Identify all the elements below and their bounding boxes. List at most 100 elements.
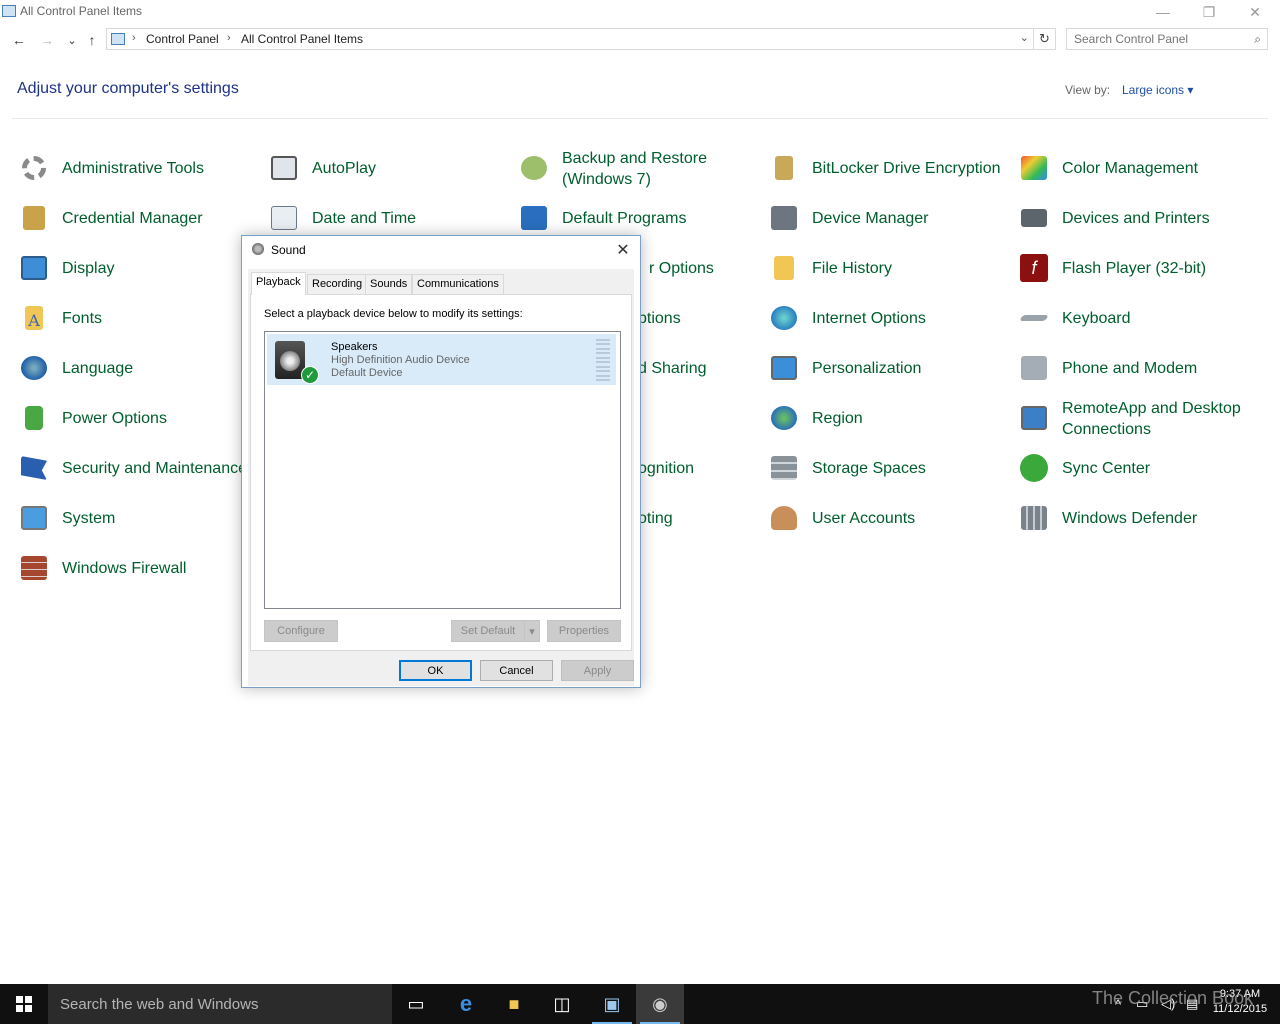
cp-item-label[interactable]: ptions xyxy=(638,308,681,329)
taskbar-search[interactable]: Search the web and Windows xyxy=(48,984,392,1024)
cp-item-power-options[interactable]: Power Options xyxy=(18,398,258,442)
cp-item-devices-printers[interactable]: Devices and Printers xyxy=(1018,198,1258,242)
cp-item-label[interactable]: Keyboard xyxy=(1062,308,1131,329)
cp-item-label[interactable]: BitLocker Drive Encryption xyxy=(812,158,1001,179)
cp-item-internet-options[interactable]: Internet Options xyxy=(768,298,1008,342)
breadcrumb-control-panel[interactable]: Control Panel xyxy=(146,32,219,46)
cp-item-windows-firewall[interactable]: Windows Firewall xyxy=(18,548,258,592)
sound-taskbar-icon[interactable]: ◉ xyxy=(636,984,684,1024)
cp-item-label[interactable]: Storage Spaces xyxy=(812,458,926,479)
cp-item-phone-modem[interactable]: Phone and Modem xyxy=(1018,348,1258,392)
breadcrumb-chevron-icon[interactable]: › xyxy=(132,32,136,44)
cp-item-bitlocker[interactable]: BitLocker Drive Encryption xyxy=(768,148,1018,192)
close-button[interactable]: ✕ xyxy=(1232,0,1278,24)
search-icon[interactable]: ⌕ xyxy=(1254,32,1261,47)
cp-item-label[interactable]: Internet Options xyxy=(812,308,926,329)
cp-item-label[interactable]: Personalization xyxy=(812,358,921,379)
cp-item-user-accounts[interactable]: User Accounts xyxy=(768,498,1008,542)
view-by-dropdown[interactable]: Large icons xyxy=(1122,83,1193,97)
file-explorer-icon[interactable]: ■ xyxy=(490,984,538,1024)
properties-button[interactable]: Properties xyxy=(547,620,621,642)
cp-item-label[interactable]: Windows Firewall xyxy=(62,558,186,579)
cp-item-label[interactable]: RemoteApp and Desktop Connections xyxy=(1062,398,1262,440)
cp-item-autoplay[interactable]: AutoPlay xyxy=(268,148,508,192)
cp-item-label[interactable]: oting xyxy=(638,508,673,529)
address-bar[interactable]: › Control Panel › All Control Panel Item… xyxy=(106,28,1034,50)
cp-item-administrative-tools[interactable]: Administrative Tools xyxy=(18,148,258,192)
forward-button[interactable]: → xyxy=(37,30,57,50)
cp-item-label[interactable]: d Sharing xyxy=(638,358,707,379)
cp-item-label[interactable]: Flash Player (32-bit) xyxy=(1062,258,1206,279)
cp-item-security-maintenance[interactable]: Security and Maintenance xyxy=(18,448,248,492)
control-panel-taskbar-icon[interactable]: ▣ xyxy=(588,984,636,1024)
breadcrumb-chevron-icon[interactable]: › xyxy=(227,32,231,44)
cp-item-label[interactable]: Region xyxy=(812,408,863,429)
tab-sounds[interactable]: Sounds xyxy=(365,274,413,294)
cp-item-display[interactable]: Display xyxy=(18,248,258,292)
cp-item-label[interactable]: Credential Manager xyxy=(62,208,203,229)
dialog-close-button[interactable]: ✕ xyxy=(610,238,636,262)
up-button[interactable]: ↑ xyxy=(82,30,102,50)
search-box[interactable]: ⌕ xyxy=(1066,28,1268,50)
cp-item-label[interactable]: Display xyxy=(62,258,114,279)
recent-locations-button[interactable]: ⌄ xyxy=(62,30,82,50)
set-default-button[interactable]: Set Default xyxy=(451,620,525,642)
cp-item-storage-spaces[interactable]: Storage Spaces xyxy=(768,448,1008,492)
configure-button[interactable]: Configure xyxy=(264,620,338,642)
cp-item-flash-player[interactable]: f Flash Player (32-bit) xyxy=(1018,248,1258,292)
cp-item-label[interactable]: Date and Time xyxy=(312,208,416,229)
tab-playback[interactable]: Playback xyxy=(251,272,306,295)
task-view-icon[interactable]: ▭ xyxy=(392,984,440,1024)
cp-item-personalization[interactable]: Personalization xyxy=(768,348,1008,392)
cp-item-device-manager[interactable]: Device Manager xyxy=(768,198,1008,242)
cp-item-windows-defender[interactable]: Windows Defender xyxy=(1018,498,1258,542)
cp-item-label[interactable]: Security and Maintenance xyxy=(62,458,247,479)
cp-item-language[interactable]: Language xyxy=(18,348,258,392)
breadcrumb-all-items[interactable]: All Control Panel Items xyxy=(241,32,363,46)
chevron-down-icon[interactable]: ⌄ xyxy=(1020,31,1029,44)
cp-item-label[interactable]: Color Management xyxy=(1062,158,1198,179)
cp-item-label[interactable]: Default Programs xyxy=(562,208,687,229)
apply-button[interactable]: Apply xyxy=(561,660,634,681)
cp-item-keyboard[interactable]: Keyboard xyxy=(1018,298,1258,342)
cp-item-label[interactable]: System xyxy=(62,508,115,529)
set-default-dropdown[interactable]: ▾ xyxy=(524,620,540,642)
back-button[interactable]: ← xyxy=(9,30,29,50)
device-list[interactable]: ✓ Speakers High Definition Audio Device … xyxy=(264,331,621,609)
cp-item-color-management[interactable]: Color Management xyxy=(1018,148,1258,192)
cp-item-label[interactable]: Backup and Restore (Windows 7) xyxy=(562,148,762,190)
cp-item-label[interactable]: Sync Center xyxy=(1062,458,1150,479)
cancel-button[interactable]: Cancel xyxy=(480,660,553,681)
restore-button[interactable]: ❐ xyxy=(1186,0,1232,24)
search-input[interactable] xyxy=(1067,29,1243,49)
cp-item-label[interactable]: Fonts xyxy=(62,308,102,329)
start-button[interactable] xyxy=(0,984,48,1024)
cp-item-label[interactable]: Administrative Tools xyxy=(62,158,204,179)
cp-item-file-history[interactable]: File History xyxy=(768,248,1008,292)
refresh-button[interactable]: ↻ xyxy=(1034,28,1056,50)
store-icon[interactable]: ◫ xyxy=(538,984,586,1024)
cp-item-label[interactable]: Device Manager xyxy=(812,208,929,229)
cp-item-label[interactable]: Phone and Modem xyxy=(1062,358,1197,379)
cp-item-credential-manager[interactable]: Credential Manager xyxy=(18,198,258,242)
cp-item-label[interactable]: Power Options xyxy=(62,408,167,429)
cp-item-label[interactable]: ognition xyxy=(638,458,694,479)
cp-item-label[interactable]: AutoPlay xyxy=(312,158,376,179)
cp-item-sync-center[interactable]: Sync Center xyxy=(1018,448,1258,492)
cp-item-backup-restore[interactable]: Backup and Restore (Windows 7) xyxy=(518,148,758,192)
ok-button[interactable]: OK xyxy=(399,660,472,681)
cp-item-remoteapp[interactable]: RemoteApp and Desktop Connections xyxy=(1018,398,1268,442)
edge-icon[interactable]: e xyxy=(442,984,490,1024)
tab-communications[interactable]: Communications xyxy=(412,274,504,294)
cp-item-label[interactable]: Language xyxy=(62,358,133,379)
list-item[interactable]: ✓ Speakers High Definition Audio Device … xyxy=(267,334,616,385)
cp-item-system[interactable]: System xyxy=(18,498,258,542)
cp-item-region[interactable]: Region xyxy=(768,398,1008,442)
cp-item-label[interactable]: Windows Defender xyxy=(1062,508,1197,529)
cp-item-label[interactable]: File History xyxy=(812,258,892,279)
cp-item-label[interactable]: User Accounts xyxy=(812,508,915,529)
cp-item-fonts[interactable]: A Fonts xyxy=(18,298,258,342)
cp-item-label[interactable]: r Options xyxy=(649,258,714,279)
cp-item-label[interactable]: Devices and Printers xyxy=(1062,208,1210,229)
minimize-button[interactable]: — xyxy=(1140,0,1186,24)
